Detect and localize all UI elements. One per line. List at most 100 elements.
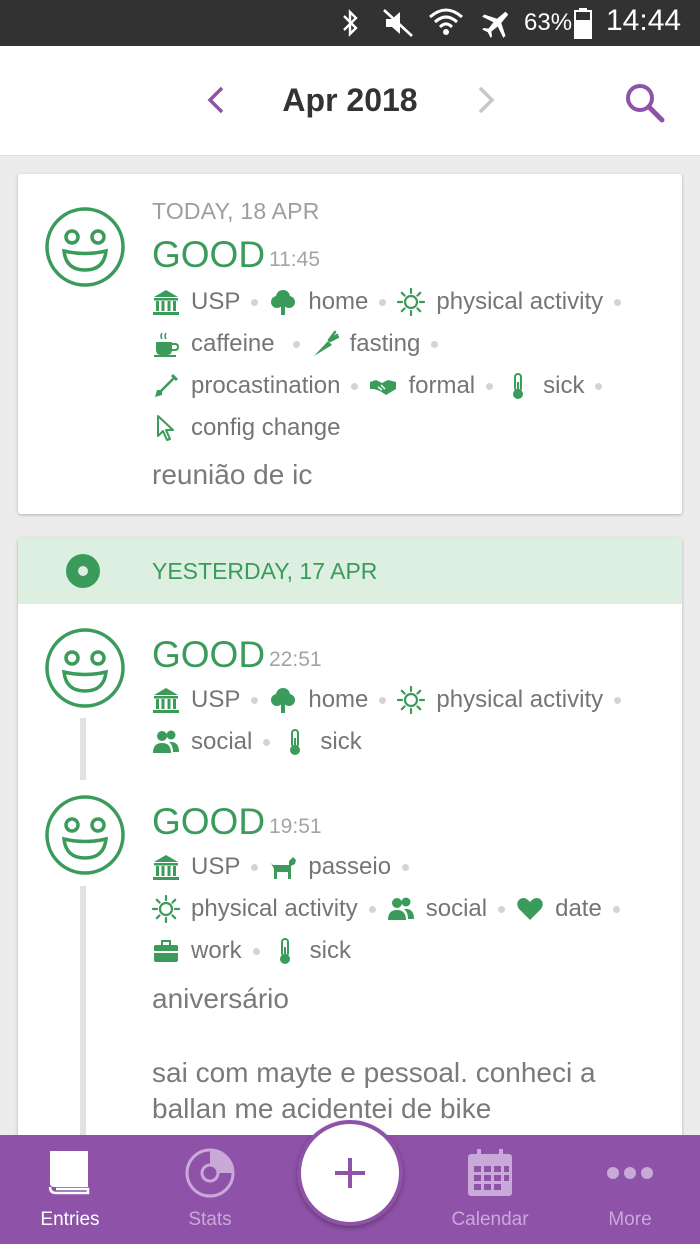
activity-list: USP home physical activity social sick [152,679,662,763]
good-mood-face-icon[interactable] [44,627,126,709]
plus-icon [335,1158,365,1188]
date-label: YESTERDAY, 17 APR [152,558,378,584]
activity-tag: USP [152,686,240,714]
activity-list: USP home physical activity caffeine fast… [152,281,662,449]
entry-time: 19:51 [269,815,322,838]
people-icon [152,728,180,756]
thermometer-icon [281,728,309,756]
mood-label[interactable]: GOOD [152,634,265,676]
cursor-icon [152,414,180,442]
separator-dot [251,696,259,704]
separator-dot [614,696,622,704]
separator-dot [614,298,622,306]
separator-dot [486,382,494,390]
activity-tag: social [387,895,487,923]
airplane-icon [480,7,514,39]
separator-dot [402,863,410,871]
separator-dot [612,905,620,913]
activity-tag: sick [271,937,351,965]
status-bar: 63% 14:44 [0,0,700,46]
mute-icon [382,7,414,39]
activity-tag: home [269,686,368,714]
mood-label[interactable]: GOOD [152,801,265,843]
activity-tag: social [152,728,252,756]
thermometer-icon [271,937,299,965]
good-mood-face-icon[interactable] [44,206,126,288]
heart-icon [516,895,544,923]
separator-dot [431,340,439,348]
timeline-connector [80,886,86,1158]
previous-month-button[interactable] [202,82,230,118]
thermometer-icon [504,372,532,400]
people-icon [387,895,415,923]
separator-dot [351,382,359,390]
bluetooth-icon [338,7,362,39]
activity-tag: physical activity [397,686,603,714]
timeline-connector [80,718,86,780]
activity-tag: physical activity [152,895,358,923]
chart-icon [185,1148,235,1198]
battery-icon [573,7,593,39]
search-icon[interactable] [622,80,666,124]
sun-icon [397,288,425,316]
activity-tag: procastination [152,372,340,400]
nav-more[interactable]: More [560,1135,700,1244]
book-icon [48,1151,90,1195]
activity-tag: work [152,937,242,965]
day-marker-icon [66,554,100,588]
nav-entries[interactable]: Entries [0,1135,140,1244]
entry-note-title: aniversário [152,983,289,1014]
separator-dot [498,905,506,913]
shovel-icon [152,372,180,400]
good-mood-face-icon[interactable] [44,794,126,876]
calendar-icon [468,1149,512,1196]
mood-label[interactable]: GOOD [152,234,265,276]
separator-dot [252,947,260,955]
activity-tag: sick [504,372,584,400]
nav-stats[interactable]: Stats [140,1135,280,1244]
separator-dot [251,863,259,871]
briefcase-icon [152,937,180,965]
day-header: YESTERDAY, 17 APR [18,538,682,604]
tree-icon [269,686,297,714]
activity-tag: caffeine [152,330,275,358]
entry-note-body: sai com mayte e pessoal. conheci a balla… [152,1057,596,1124]
handshake-icon [369,372,397,400]
top-app-bar: Apr 2018 [0,46,700,156]
wifi-icon [428,7,464,39]
activity-tag: USP [152,288,240,316]
entry-time: 11:45 [269,248,320,271]
date-label: TODAY, 18 APR [152,198,320,224]
carrot-icon [311,330,339,358]
bank-icon [152,686,180,714]
next-month-button[interactable] [472,82,500,118]
activity-tag: passeio [269,853,391,881]
activity-tag: USP [152,853,240,881]
tree-icon [269,288,297,316]
activity-tag: physical activity [397,288,603,316]
activity-tag: formal [369,372,475,400]
entry-time: 22:51 [269,648,322,671]
sun-icon [397,686,425,714]
separator-dot [379,298,387,306]
activity-tag: sick [281,728,362,756]
nav-calendar[interactable]: Calendar [420,1135,560,1244]
separator-dot [595,382,603,390]
activity-tag: date [516,895,602,923]
bank-icon [152,853,180,881]
more-icon [607,1167,653,1179]
dog-icon [269,853,297,881]
sun-icon [152,895,180,923]
coffee-icon [152,330,180,358]
entry-note: reunião de ic [152,459,313,490]
page-title: Apr 2018 [282,82,418,118]
separator-dot [368,905,376,913]
add-entry-button[interactable] [297,1120,403,1226]
yesterday-card: YESTERDAY, 17 APR GOOD 22:51 USP home ph… [18,538,682,1158]
separator-dot [263,738,271,746]
separator-dot [379,696,387,704]
activity-tag: config change [152,414,340,442]
activity-list: USP passeio physical activity social dat… [152,846,662,972]
battery-percent: 63% [524,9,573,36]
bank-icon [152,288,180,316]
